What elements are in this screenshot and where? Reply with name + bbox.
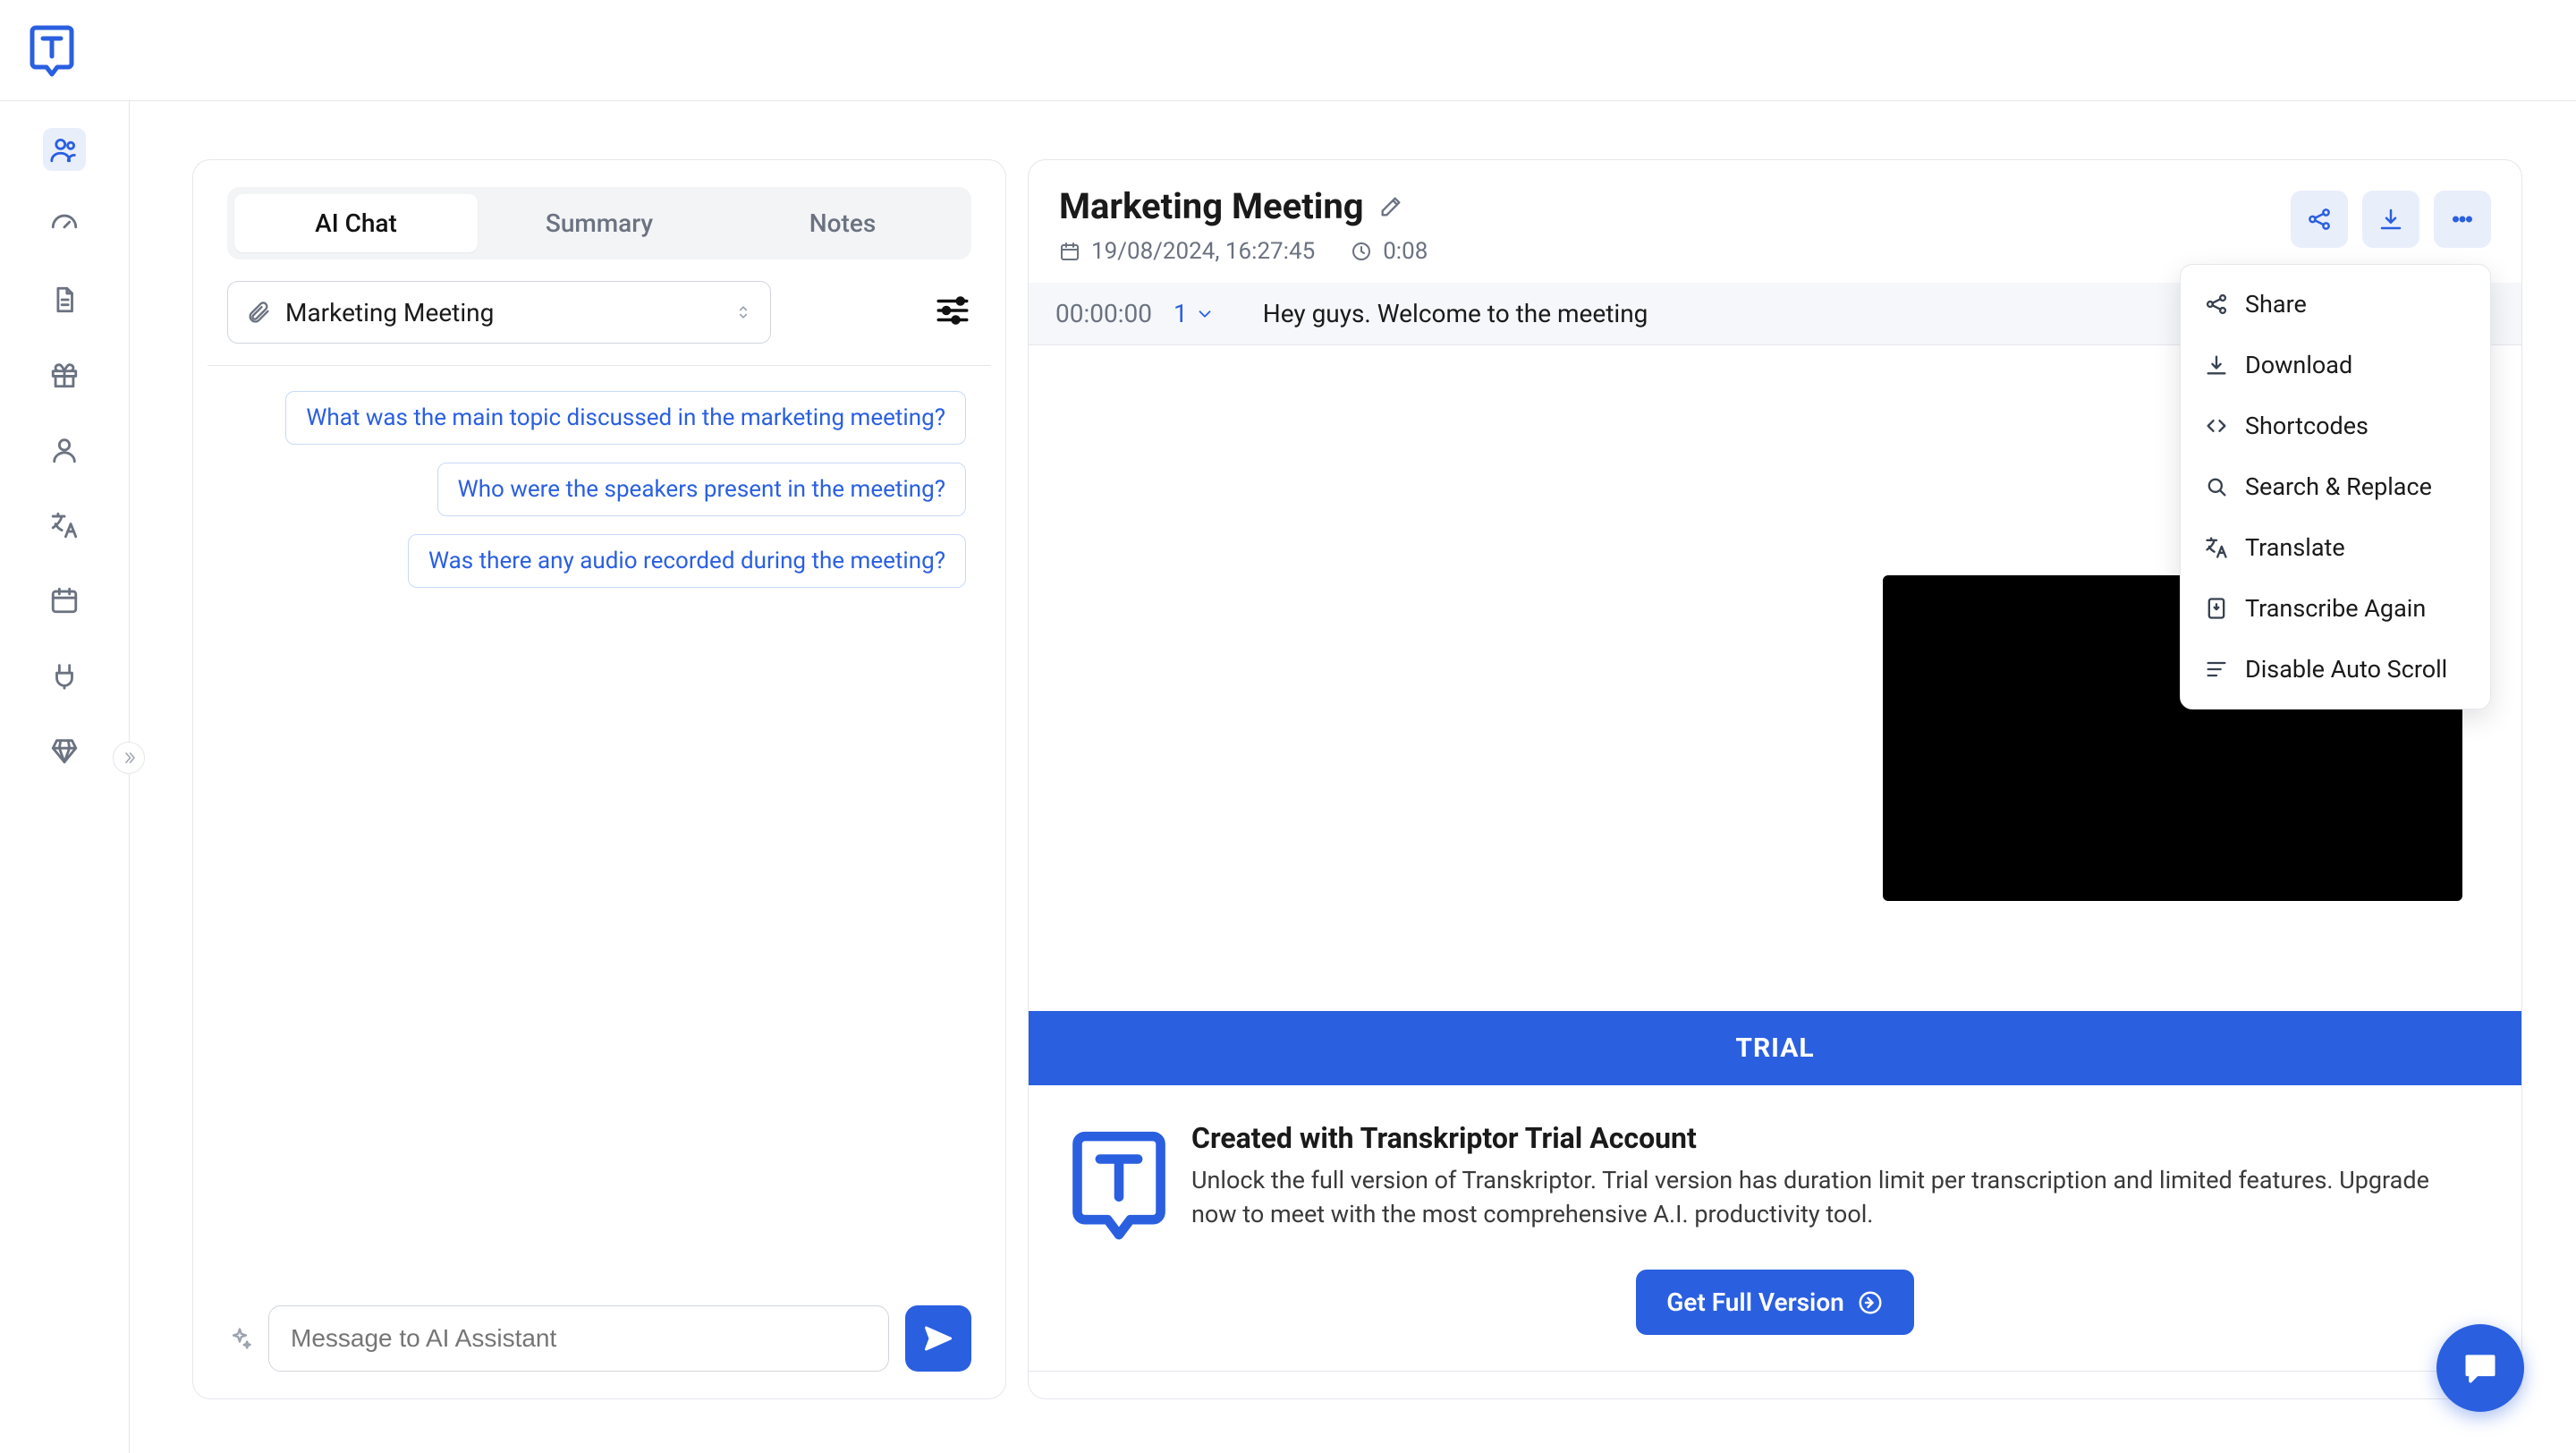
tab-ai-chat[interactable]: AI Chat [234, 194, 478, 252]
updown-icon [734, 303, 752, 321]
panel-tabs: AI Chat Summary Notes [227, 187, 971, 259]
suggestion-list: What was the main topic discussed in the… [208, 366, 991, 588]
menu-search-replace[interactable]: Search & Replace [2181, 456, 2490, 517]
chevron-down-icon [1195, 304, 1215, 324]
transcript-text: Hey guys. Welcome to the meeting [1263, 299, 1648, 328]
paperclip-icon [246, 300, 271, 325]
arrow-circle-icon [1857, 1289, 1884, 1316]
doc-title: Marketing Meeting [1059, 185, 1364, 227]
trial-heading: Created with Transkriptor Trial Account [1191, 1121, 2480, 1155]
filters-button[interactable] [934, 292, 971, 333]
app-logo-icon [29, 22, 75, 78]
suggestion-chip[interactable]: Who were the speakers present in the mee… [437, 463, 966, 516]
sidebar-expand-button[interactable] [113, 742, 145, 774]
sidebar-item-dashboard[interactable] [43, 203, 86, 246]
menu-download[interactable]: Download [2181, 335, 2490, 395]
file-selector[interactable]: Marketing Meeting [227, 281, 771, 344]
sidebar-item-team[interactable] [43, 128, 86, 171]
sidebar [0, 101, 130, 1453]
menu-disable-scroll[interactable]: Disable Auto Scroll [2181, 639, 2490, 700]
speaker-selector[interactable]: 1 [1174, 299, 1215, 328]
file-name: Marketing Meeting [285, 298, 494, 327]
chat-input[interactable] [268, 1305, 889, 1372]
download-button[interactable] [2362, 191, 2419, 248]
menu-share[interactable]: Share [2181, 274, 2490, 335]
topbar [0, 0, 2576, 101]
trial-body-text: Unlock the full version of Transkriptor.… [1191, 1164, 2480, 1232]
sidebar-item-calendar[interactable] [43, 579, 86, 622]
more-menu: Share Download Shortcodes Search & Repla… [2180, 264, 2491, 710]
help-chat-button[interactable] [2436, 1324, 2524, 1412]
timestamp: 00:00:00 [1055, 299, 1152, 328]
get-full-version-button[interactable]: Get Full Version [1636, 1270, 1914, 1335]
trial-strip: TRIAL [1029, 1011, 2521, 1085]
transcript-panel: Marketing Meeting 19/08/2024, 16:27:45 0… [1028, 159, 2522, 1399]
sidebar-item-files[interactable] [43, 278, 86, 321]
trial-logo-icon [1070, 1121, 1168, 1246]
doc-date: 19/08/2024, 16:27:45 [1059, 238, 1315, 265]
compose-row [208, 1305, 991, 1372]
player: Add Comment 0:00 1x [1029, 1371, 2521, 1399]
more-button[interactable] [2434, 191, 2491, 248]
edit-icon[interactable] [1378, 194, 1403, 219]
sparkle-icon [227, 1326, 252, 1351]
ai-chat-panel: AI Chat Summary Notes Marketing Meeting … [192, 159, 1006, 1399]
send-button[interactable] [905, 1305, 971, 1372]
clock-icon [1351, 241, 1372, 262]
suggestion-chip[interactable]: What was the main topic discussed in the… [285, 391, 966, 445]
tab-notes[interactable]: Notes [721, 194, 964, 252]
sidebar-item-integrations[interactable] [43, 654, 86, 697]
tab-summary[interactable]: Summary [478, 194, 721, 252]
sidebar-item-translate[interactable] [43, 504, 86, 547]
sidebar-item-profile[interactable] [43, 429, 86, 472]
scrubber[interactable] [1029, 1372, 2521, 1399]
sidebar-item-premium[interactable] [43, 729, 86, 772]
menu-transcribe-again[interactable]: Transcribe Again [2181, 578, 2490, 639]
doc-duration: 0:08 [1351, 238, 1428, 265]
menu-translate[interactable]: Translate [2181, 517, 2490, 578]
sidebar-item-gift[interactable] [43, 353, 86, 396]
share-button[interactable] [2291, 191, 2348, 248]
calendar-icon [1059, 241, 1080, 262]
menu-shortcodes[interactable]: Shortcodes [2181, 395, 2490, 456]
suggestion-chip[interactable]: Was there any audio recorded during the … [408, 534, 966, 588]
